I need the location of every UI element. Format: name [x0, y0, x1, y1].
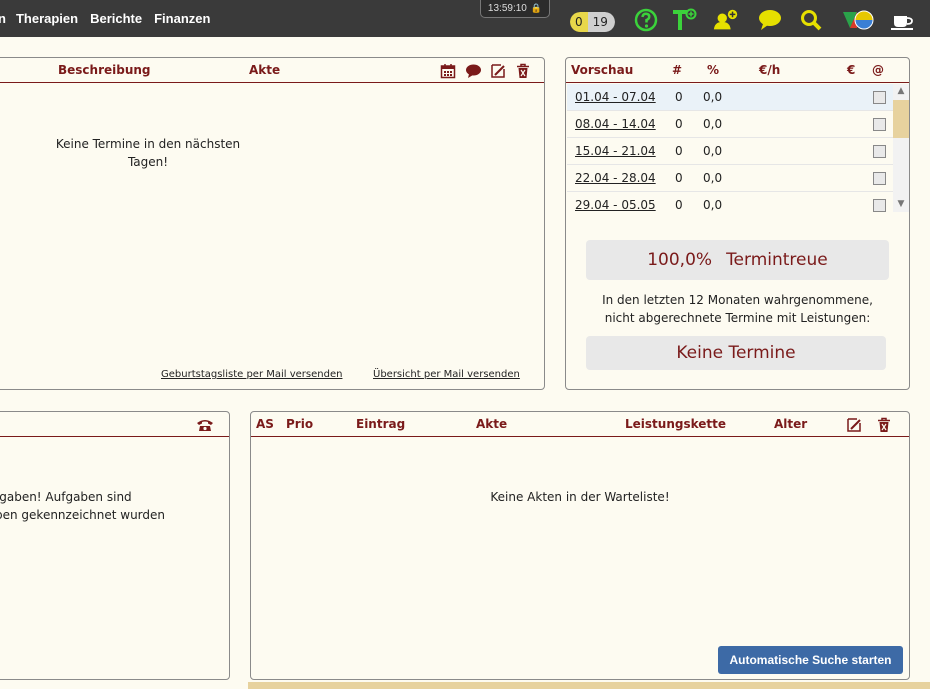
- clock-time: 13:59:10: [487, 3, 527, 14]
- col-percent[interactable]: %: [707, 63, 719, 77]
- week-range-link[interactable]: 08.04 - 14.04: [575, 117, 656, 131]
- table-row[interactable]: 01.04 - 07.04 0 0,0: [567, 84, 893, 111]
- tasks-header: [0, 412, 229, 437]
- unbilled-info-text: In den letzten 12 Monaten wahrgenommene,…: [576, 291, 899, 327]
- chat-icon[interactable]: [756, 7, 784, 33]
- col-preview[interactable]: Vorschau: [571, 63, 633, 77]
- lock-icon[interactable]: 🔒: [531, 3, 542, 14]
- trash-icon[interactable]: [515, 63, 531, 79]
- clock: 13:59:10 🔒: [480, 0, 550, 18]
- tasks-line2: pen gekennzeichnet wurden: [0, 508, 166, 522]
- row-checkbox[interactable]: [873, 172, 886, 185]
- waitlist-empty-message: Keine Akten in der Warteliste!: [490, 490, 670, 504]
- week-range-link[interactable]: 01.04 - 07.04: [575, 90, 656, 104]
- tasks-panel: fgaben! Aufgaben sind pen gekennzeichnet…: [0, 411, 230, 680]
- no-appointments-label: Keine Termine: [676, 343, 796, 363]
- col-per-hour[interactable]: €/h: [759, 63, 780, 77]
- info-line1: In den letzten 12 Monaten wahrgenommene,: [602, 293, 873, 307]
- week-range-link[interactable]: 22.04 - 28.04: [575, 171, 656, 185]
- row-count: 0: [675, 171, 683, 185]
- row-checkbox[interactable]: [873, 118, 886, 131]
- nav-item-therapien[interactable]: Therapien: [16, 11, 78, 26]
- row-percent: 0,0: [703, 198, 723, 212]
- col-prio[interactable]: Prio: [286, 417, 313, 431]
- waitlist-panel: AS Prio Eintrag Akte Leistungskette Alte…: [250, 411, 910, 680]
- scroll-down-icon[interactable]: ▼: [896, 199, 906, 209]
- row-percent: 0,0: [703, 90, 723, 104]
- coffee-icon[interactable]: [889, 7, 917, 33]
- search-icon[interactable]: [797, 7, 825, 33]
- trash-icon[interactable]: [876, 417, 892, 433]
- row-checkbox[interactable]: [873, 199, 886, 212]
- no-appointments-line1: Keine Termine in den nächsten: [55, 137, 241, 151]
- therapist-add-icon[interactable]: [670, 7, 698, 33]
- main-nav: n Therapien Berichte Finanzen: [0, 0, 222, 37]
- appointment-loyalty-box: 100,0% Termintreue: [586, 240, 889, 280]
- no-appointments-line2: Tagen!: [127, 155, 169, 169]
- scrollbar-thumb[interactable]: [893, 100, 909, 138]
- help-icon[interactable]: [632, 7, 660, 33]
- user-add-icon[interactable]: [712, 7, 740, 33]
- row-checkbox[interactable]: [873, 91, 886, 104]
- notification-counter[interactable]: 0 19: [570, 12, 615, 32]
- row-percent: 0,0: [703, 171, 723, 185]
- no-appointments-message: Keine Termine in den nächsten Tagen!: [53, 135, 243, 171]
- edit-icon[interactable]: [846, 417, 862, 433]
- preview-scrollbar[interactable]: ▲ ▼: [893, 84, 909, 212]
- globe-icon[interactable]: [841, 7, 875, 33]
- auto-search-button[interactable]: Automatische Suche starten: [718, 646, 903, 674]
- table-row[interactable]: 15.04 - 21.04 0 0,0: [567, 138, 893, 165]
- comment-icon[interactable]: [465, 63, 481, 79]
- loyalty-value: 100,0%: [647, 250, 713, 270]
- col-count[interactable]: #: [672, 63, 682, 77]
- row-percent: 0,0: [703, 117, 723, 131]
- appointments-panel: Beschreibung Akte Keine Termine in den n…: [0, 57, 545, 390]
- preview-panel: Vorschau # % €/h € @ 01.04 - 07.04 0 0,0…: [565, 57, 910, 390]
- row-count: 0: [675, 198, 683, 212]
- counter-a: 0: [570, 12, 588, 32]
- waitlist-header: AS Prio Eintrag Akte Leistungskette Alte…: [251, 412, 909, 437]
- table-row[interactable]: 22.04 - 28.04 0 0,0: [567, 165, 893, 192]
- table-row[interactable]: 29.04 - 05.05 0 0,0: [567, 192, 893, 219]
- loyalty-label: Termintreue: [726, 250, 828, 270]
- phone-icon[interactable]: [196, 417, 213, 433]
- appointments-header: Beschreibung Akte: [0, 58, 544, 83]
- week-range-link[interactable]: 15.04 - 21.04: [575, 144, 656, 158]
- counter-b: 19: [587, 12, 615, 32]
- row-checkbox[interactable]: [873, 145, 886, 158]
- edit-icon[interactable]: [490, 63, 506, 79]
- col-service-chain[interactable]: Leistungskette: [625, 417, 726, 431]
- col-as[interactable]: AS: [256, 417, 274, 431]
- info-line2: nicht abgerechnete Termine mit Leistunge…: [604, 311, 871, 325]
- table-row[interactable]: 08.04 - 14.04 0 0,0: [567, 111, 893, 138]
- nav-item-partial[interactable]: n: [0, 11, 6, 26]
- footer-strip: [248, 682, 930, 689]
- scroll-up-icon[interactable]: ▲: [896, 86, 906, 96]
- col-description[interactable]: Beschreibung: [58, 63, 151, 77]
- col-entry[interactable]: Eintrag: [356, 417, 405, 431]
- nav-item-finanzen[interactable]: Finanzen: [154, 11, 210, 26]
- col-file[interactable]: Akte: [476, 417, 507, 431]
- unbilled-appointments-box: Keine Termine: [586, 336, 886, 370]
- col-euro[interactable]: €: [847, 63, 855, 77]
- overview-mail-link[interactable]: Übersicht per Mail versenden: [373, 369, 520, 380]
- col-age[interactable]: Alter: [774, 417, 807, 431]
- tasks-line1: fgaben! Aufgaben sind: [0, 490, 132, 504]
- tasks-empty-message: fgaben! Aufgaben sind pen gekennzeichnet…: [0, 488, 195, 524]
- row-count: 0: [675, 117, 683, 131]
- col-file[interactable]: Akte: [249, 63, 280, 77]
- row-percent: 0,0: [703, 144, 723, 158]
- preview-header: Vorschau # % €/h € @: [566, 58, 909, 83]
- nav-item-berichte[interactable]: Berichte: [90, 11, 142, 26]
- birthday-list-mail-link[interactable]: Geburtstagsliste per Mail versenden: [161, 369, 342, 380]
- top-bar: n Therapien Berichte Finanzen 13:59:10 🔒…: [0, 0, 930, 37]
- col-mail[interactable]: @: [872, 63, 884, 77]
- week-range-link[interactable]: 29.04 - 05.05: [575, 198, 656, 212]
- row-count: 0: [675, 90, 683, 104]
- row-count: 0: [675, 144, 683, 158]
- calendar-icon[interactable]: [440, 63, 456, 79]
